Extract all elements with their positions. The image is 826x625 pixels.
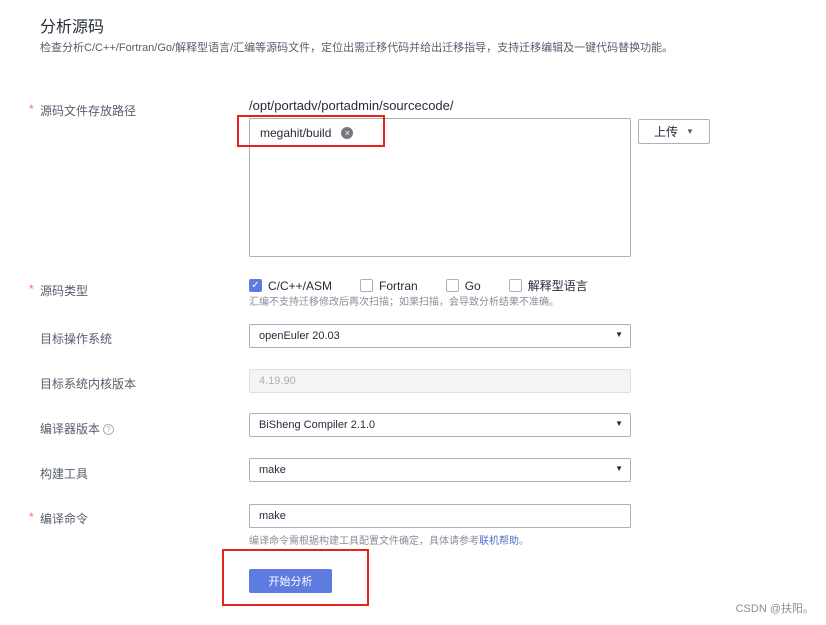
start-analysis-button[interactable]: 开始分析 bbox=[249, 569, 332, 593]
target-os-select[interactable]: openEuler 20.03 ▼ bbox=[249, 324, 631, 348]
kernel-version-value: 4.19.90 bbox=[259, 375, 296, 387]
compile-command-hint: 编译命令需根据构建工具配置文件确定，具体请参考联机帮助。 bbox=[249, 532, 529, 547]
checkbox-box: ✓ bbox=[249, 279, 262, 292]
required-mark: * bbox=[29, 510, 34, 524]
checkbox-label: Go bbox=[464, 278, 481, 293]
target-os-label: 目标操作系统 bbox=[40, 332, 113, 346]
build-tool-value: make bbox=[259, 464, 286, 476]
watermark: CSDN @扶阳。 bbox=[735, 603, 814, 615]
help-icon[interactable]: ? bbox=[103, 424, 115, 436]
chevron-down-icon: ▼ bbox=[615, 464, 623, 473]
checkbox-label: Fortran bbox=[379, 278, 418, 293]
hint-text: 编译命令需根据构建工具配置文件确定，具体请参考 bbox=[249, 536, 479, 547]
compile-command-value: make bbox=[259, 510, 286, 522]
source-type-label: 源码类型 bbox=[40, 284, 89, 298]
close-icon[interactable]: × bbox=[341, 127, 354, 139]
kernel-version-label: 目标系统内核版本 bbox=[40, 377, 137, 391]
source-type-checkboxes: ✓ C/C++/ASM Fortran Go 解释型语言 bbox=[249, 277, 616, 294]
source-type-hint: 汇编不支持迁移修改后再次扫描；如果扫描，会导致分析结果不准确。 bbox=[249, 297, 559, 308]
compile-command-label: 编译命令 bbox=[40, 512, 89, 526]
checkbox-fortran[interactable]: Fortran bbox=[360, 279, 418, 293]
chevron-down-icon: ▼ bbox=[686, 127, 694, 136]
page-title: 分析源码 bbox=[40, 19, 105, 36]
hint-end: 。 bbox=[519, 536, 529, 547]
build-tool-select[interactable]: make ▼ bbox=[249, 458, 631, 482]
kernel-version-field: 4.19.90 bbox=[249, 369, 631, 393]
upload-button[interactable]: 上传 ▼ bbox=[638, 119, 710, 144]
checkbox-label: 解释型语言 bbox=[527, 279, 588, 293]
checkbox-box bbox=[508, 279, 522, 292]
checkbox-interpreted[interactable]: 解释型语言 bbox=[508, 277, 588, 294]
source-base-path: /opt/portadv/portadmin/sourcecode/ bbox=[249, 98, 454, 113]
path-tag-label: megahit/build bbox=[260, 126, 332, 140]
path-tag: megahit/build × bbox=[256, 123, 357, 143]
target-os-value: openEuler 20.03 bbox=[259, 330, 340, 342]
chevron-down-icon: ▼ bbox=[615, 419, 623, 428]
source-path-label: 源码文件存放路径 bbox=[40, 104, 137, 118]
compiler-label-text: 编译器版本 bbox=[40, 422, 101, 436]
checkbox-go[interactable]: Go bbox=[445, 278, 481, 293]
required-mark: * bbox=[29, 102, 34, 116]
compiler-value: BiSheng Compiler 2.1.0 bbox=[259, 419, 376, 431]
chevron-down-icon: ▼ bbox=[615, 330, 623, 339]
checkbox-c-cpp-asm[interactable]: ✓ C/C++/ASM bbox=[249, 279, 332, 293]
compile-command-input[interactable]: make bbox=[249, 504, 631, 528]
build-tool-label: 构建工具 bbox=[40, 467, 89, 481]
page-description: 检查分析C/C++/Fortran/Go/解释型语言/汇编等源码文件，定位出需迁… bbox=[40, 42, 674, 54]
checkbox-box bbox=[360, 279, 374, 292]
online-help-link[interactable]: 联机帮助 bbox=[479, 536, 519, 547]
checkbox-box bbox=[445, 279, 459, 292]
compiler-select[interactable]: BiSheng Compiler 2.1.0 ▼ bbox=[249, 413, 631, 437]
source-path-textarea[interactable]: megahit/build × bbox=[249, 118, 631, 257]
required-mark: * bbox=[29, 282, 34, 296]
compiler-label: 编译器版本? bbox=[40, 420, 115, 437]
checkbox-label: C/C++/ASM bbox=[268, 278, 333, 293]
upload-label: 上传 bbox=[654, 125, 679, 139]
